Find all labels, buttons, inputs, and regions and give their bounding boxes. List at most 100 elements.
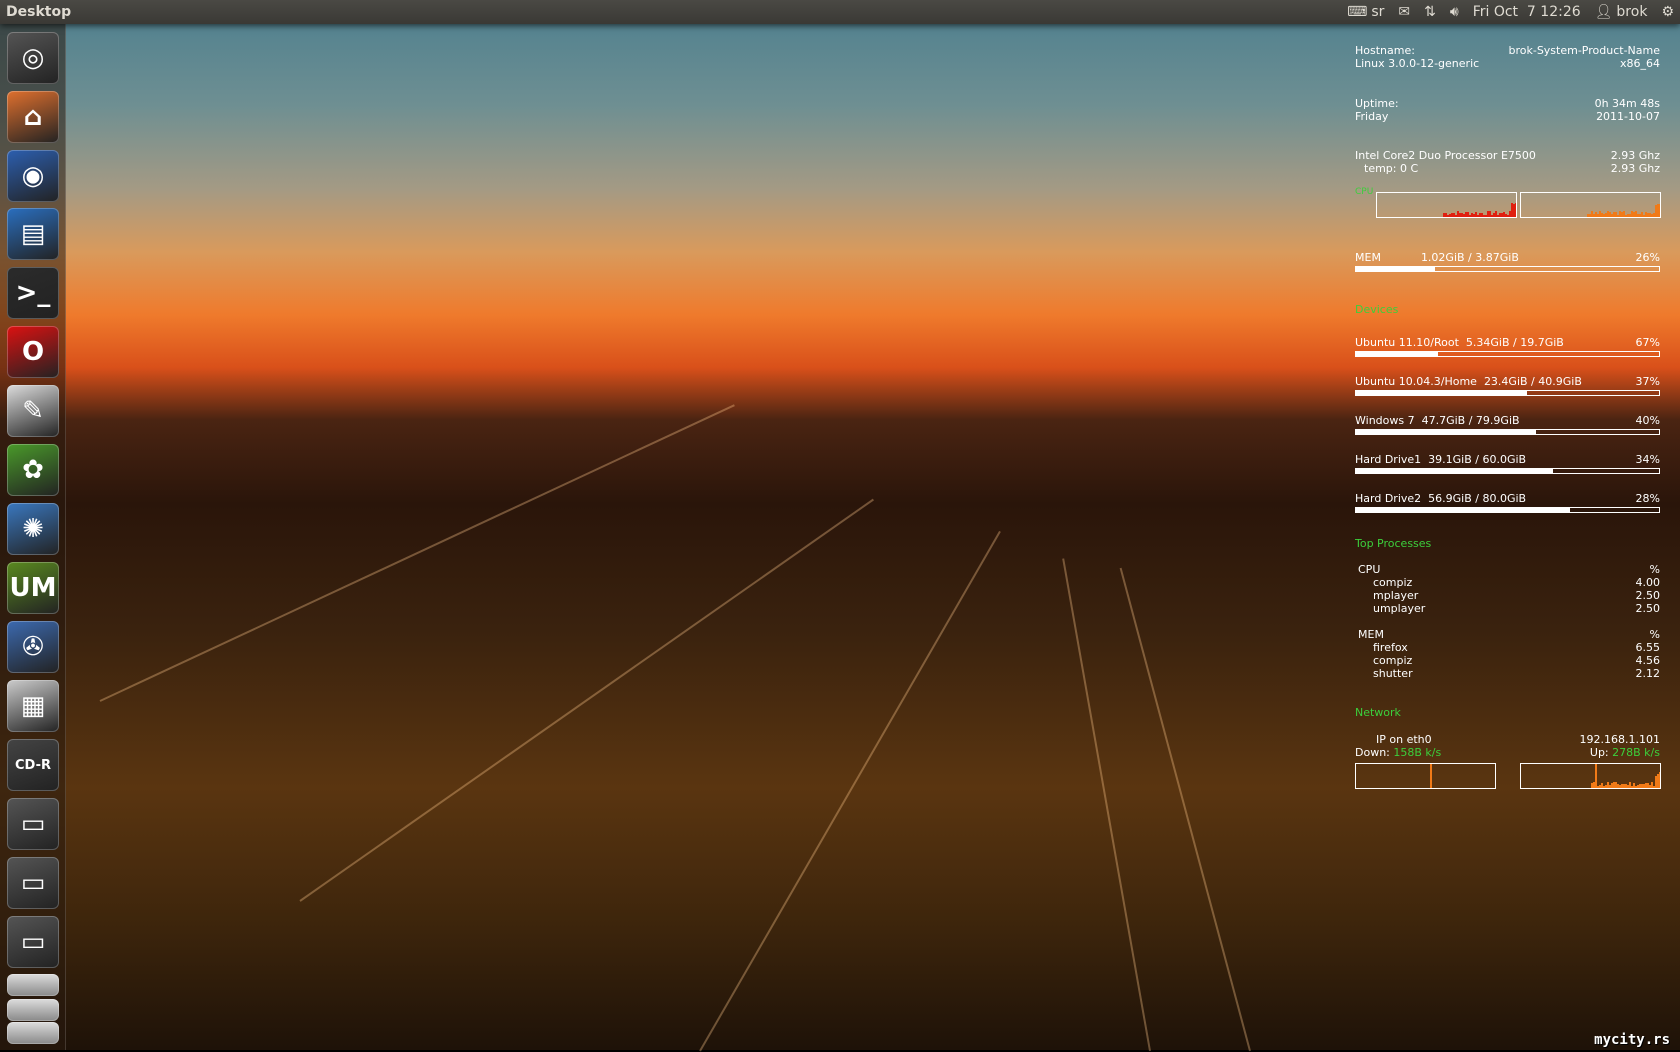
ubuntu-software-icon: ✿ [22,455,44,485]
launcher-umplayer[interactable]: UM [7,562,59,614]
device-percent: 28% [1635,492,1660,505]
process-value: 4.00 [1635,576,1661,589]
launcher-cd-r[interactable]: CD-R [7,739,59,791]
cd-r-icon: CD-R [15,757,51,773]
mem-percent: 26% [1635,251,1660,264]
mem-label: MEM [1355,251,1381,264]
device-bar [1355,390,1660,396]
process-value: 2.50 [1635,602,1661,615]
launcher-stacked-drive[interactable] [7,974,59,996]
process-value: 4.56 [1635,654,1661,667]
launcher-text-editor[interactable]: ✎ [7,385,59,437]
top-mem-header: MEM [1358,628,1384,641]
device-bar-fill [1356,430,1537,434]
device-name: Windows 7 [1355,414,1415,427]
down-speed: 158B k/s [1393,746,1442,759]
device-usage: 47.7GiB / 79.9GiB [1421,414,1520,427]
device-bar-fill [1356,391,1528,395]
ip-address: 192.168.1.101 [1579,733,1660,746]
process-name: compiz [1373,654,1413,667]
device-bar [1355,468,1660,474]
launcher-shutter[interactable]: ✺ [7,503,59,555]
home-folder-icon: ⌂ [23,102,43,132]
day: Friday [1355,110,1389,123]
process-name: firefox [1373,641,1408,654]
launcher-firefox[interactable]: ◉ [7,150,59,202]
cpu-graph-core2 [1520,192,1661,218]
clock[interactable]: Fri Oct 7 12:26 [1473,4,1581,20]
user-icon: 👤︎ [1594,4,1613,20]
device-bar [1355,507,1660,513]
device-row: Ubuntu 11.10/Root 5.34GiB / 19.7GiB 67% [1355,336,1660,349]
launcher-drive-2[interactable]: ▭ [7,857,59,909]
process-value: 6.55 [1635,641,1661,654]
graph-sample [1515,203,1516,217]
device-usage: 5.34GiB / 19.7GiB [1465,336,1564,349]
device-usage: 39.1GiB / 60.0GiB [1428,453,1527,466]
device-row: Ubuntu 10.04.3/Home 23.4GiB / 40.9GiB 37% [1355,375,1660,388]
mem-bar [1355,266,1660,272]
user-name: brok [1616,4,1648,20]
launcher-opera[interactable]: O [7,326,59,378]
device-bar-fill [1356,352,1438,356]
process-row: umplayer 2.50 [1355,602,1660,615]
launcher-video-editor[interactable]: ✇ [7,621,59,673]
device-name: Hard Drive1 [1355,453,1422,466]
launcher-drive-3[interactable]: ▭ [7,916,59,968]
libreoffice-writer-icon: ▤ [20,219,46,249]
launcher-terminal[interactable]: >_ [7,267,59,319]
launcher-ubuntu-software[interactable]: ✿ [7,444,59,496]
drive-2-icon: ▭ [20,868,46,898]
launcher: ◎ ⌂ ◉ ▤ >_ O ✎ ✿ ✺ UM ✇ ▦ CD-R ▭ ▭ ▭ [0,24,66,1050]
user-menu[interactable]: 👤︎ brok [1595,4,1648,20]
hostname: brok-System-Product-Name [1508,44,1660,57]
devices-heading: Devices [1355,303,1399,316]
workspace-switcher-icon: ▦ [20,691,46,721]
volume-icon[interactable]: 🔊︎ [1450,4,1459,20]
drive-3-icon: ▭ [20,927,46,957]
launcher-libreoffice-writer[interactable]: ▤ [7,208,59,260]
cpu-graph-core1 [1376,192,1517,218]
upload-graph [1520,763,1661,789]
device-percent: 67% [1635,336,1660,349]
text-editor-icon: ✎ [22,396,44,426]
launcher-workspace-switcher[interactable]: ▦ [7,680,59,732]
wallpaper-track [1119,567,1251,1052]
device-name: Hard Drive2 [1355,492,1422,505]
top-cpu-pct-header: % [1649,563,1660,576]
network-icon[interactable]: ⇅ [1424,4,1436,20]
launcher-home-folder[interactable]: ⌂ [7,91,59,143]
launcher-dash-home[interactable]: ◎ [7,32,59,84]
launcher-stacked-drive[interactable] [7,1022,59,1044]
uptime: 0h 34m 48s [1594,97,1660,110]
device-usage: 23.4GiB / 40.9GiB [1483,375,1582,388]
process-row: compiz 4.00 [1355,576,1660,589]
device-percent: 37% [1635,375,1660,388]
umplayer-icon: UM [9,573,57,603]
device-row: Hard Drive2 56.9GiB / 80.0GiB 28% [1355,492,1660,505]
cpu-freq-1: 2.93 Ghz [1610,149,1660,162]
process-row: firefox 6.55 [1355,641,1660,654]
dash-home-icon: ◎ [21,43,45,73]
terminal-icon: >_ [15,278,51,308]
power-icon[interactable]: ⚙ [1661,4,1674,20]
device-percent: 40% [1635,414,1660,427]
keyboard-layout: sr [1371,4,1385,20]
device-bar-fill [1356,508,1570,512]
device-name: Ubuntu 10.04.3/Home [1355,375,1477,388]
keyboard-icon: ⌨ [1347,4,1368,20]
device-bar-fill [1356,469,1553,473]
launcher-drive-1[interactable]: ▭ [7,798,59,850]
graph-sample [1595,764,1597,788]
cpu-temp: temp: 0 C [1364,162,1419,175]
wallpaper-track [99,404,735,702]
process-row: shutter 2.12 [1355,667,1660,680]
arch: x86_64 [1619,57,1660,70]
kernel: Linux 3.0.0-12-generic [1355,57,1480,70]
keyboard-indicator[interactable]: ⌨ sr [1347,4,1384,20]
device-percent: 34% [1635,453,1660,466]
top-mem-pct-header: % [1649,628,1660,641]
launcher-stacked-drive[interactable] [7,999,59,1021]
device-row: Windows 7 47.7GiB / 79.9GiB 40% [1355,414,1660,427]
mail-icon[interactable]: ✉ [1398,4,1410,20]
